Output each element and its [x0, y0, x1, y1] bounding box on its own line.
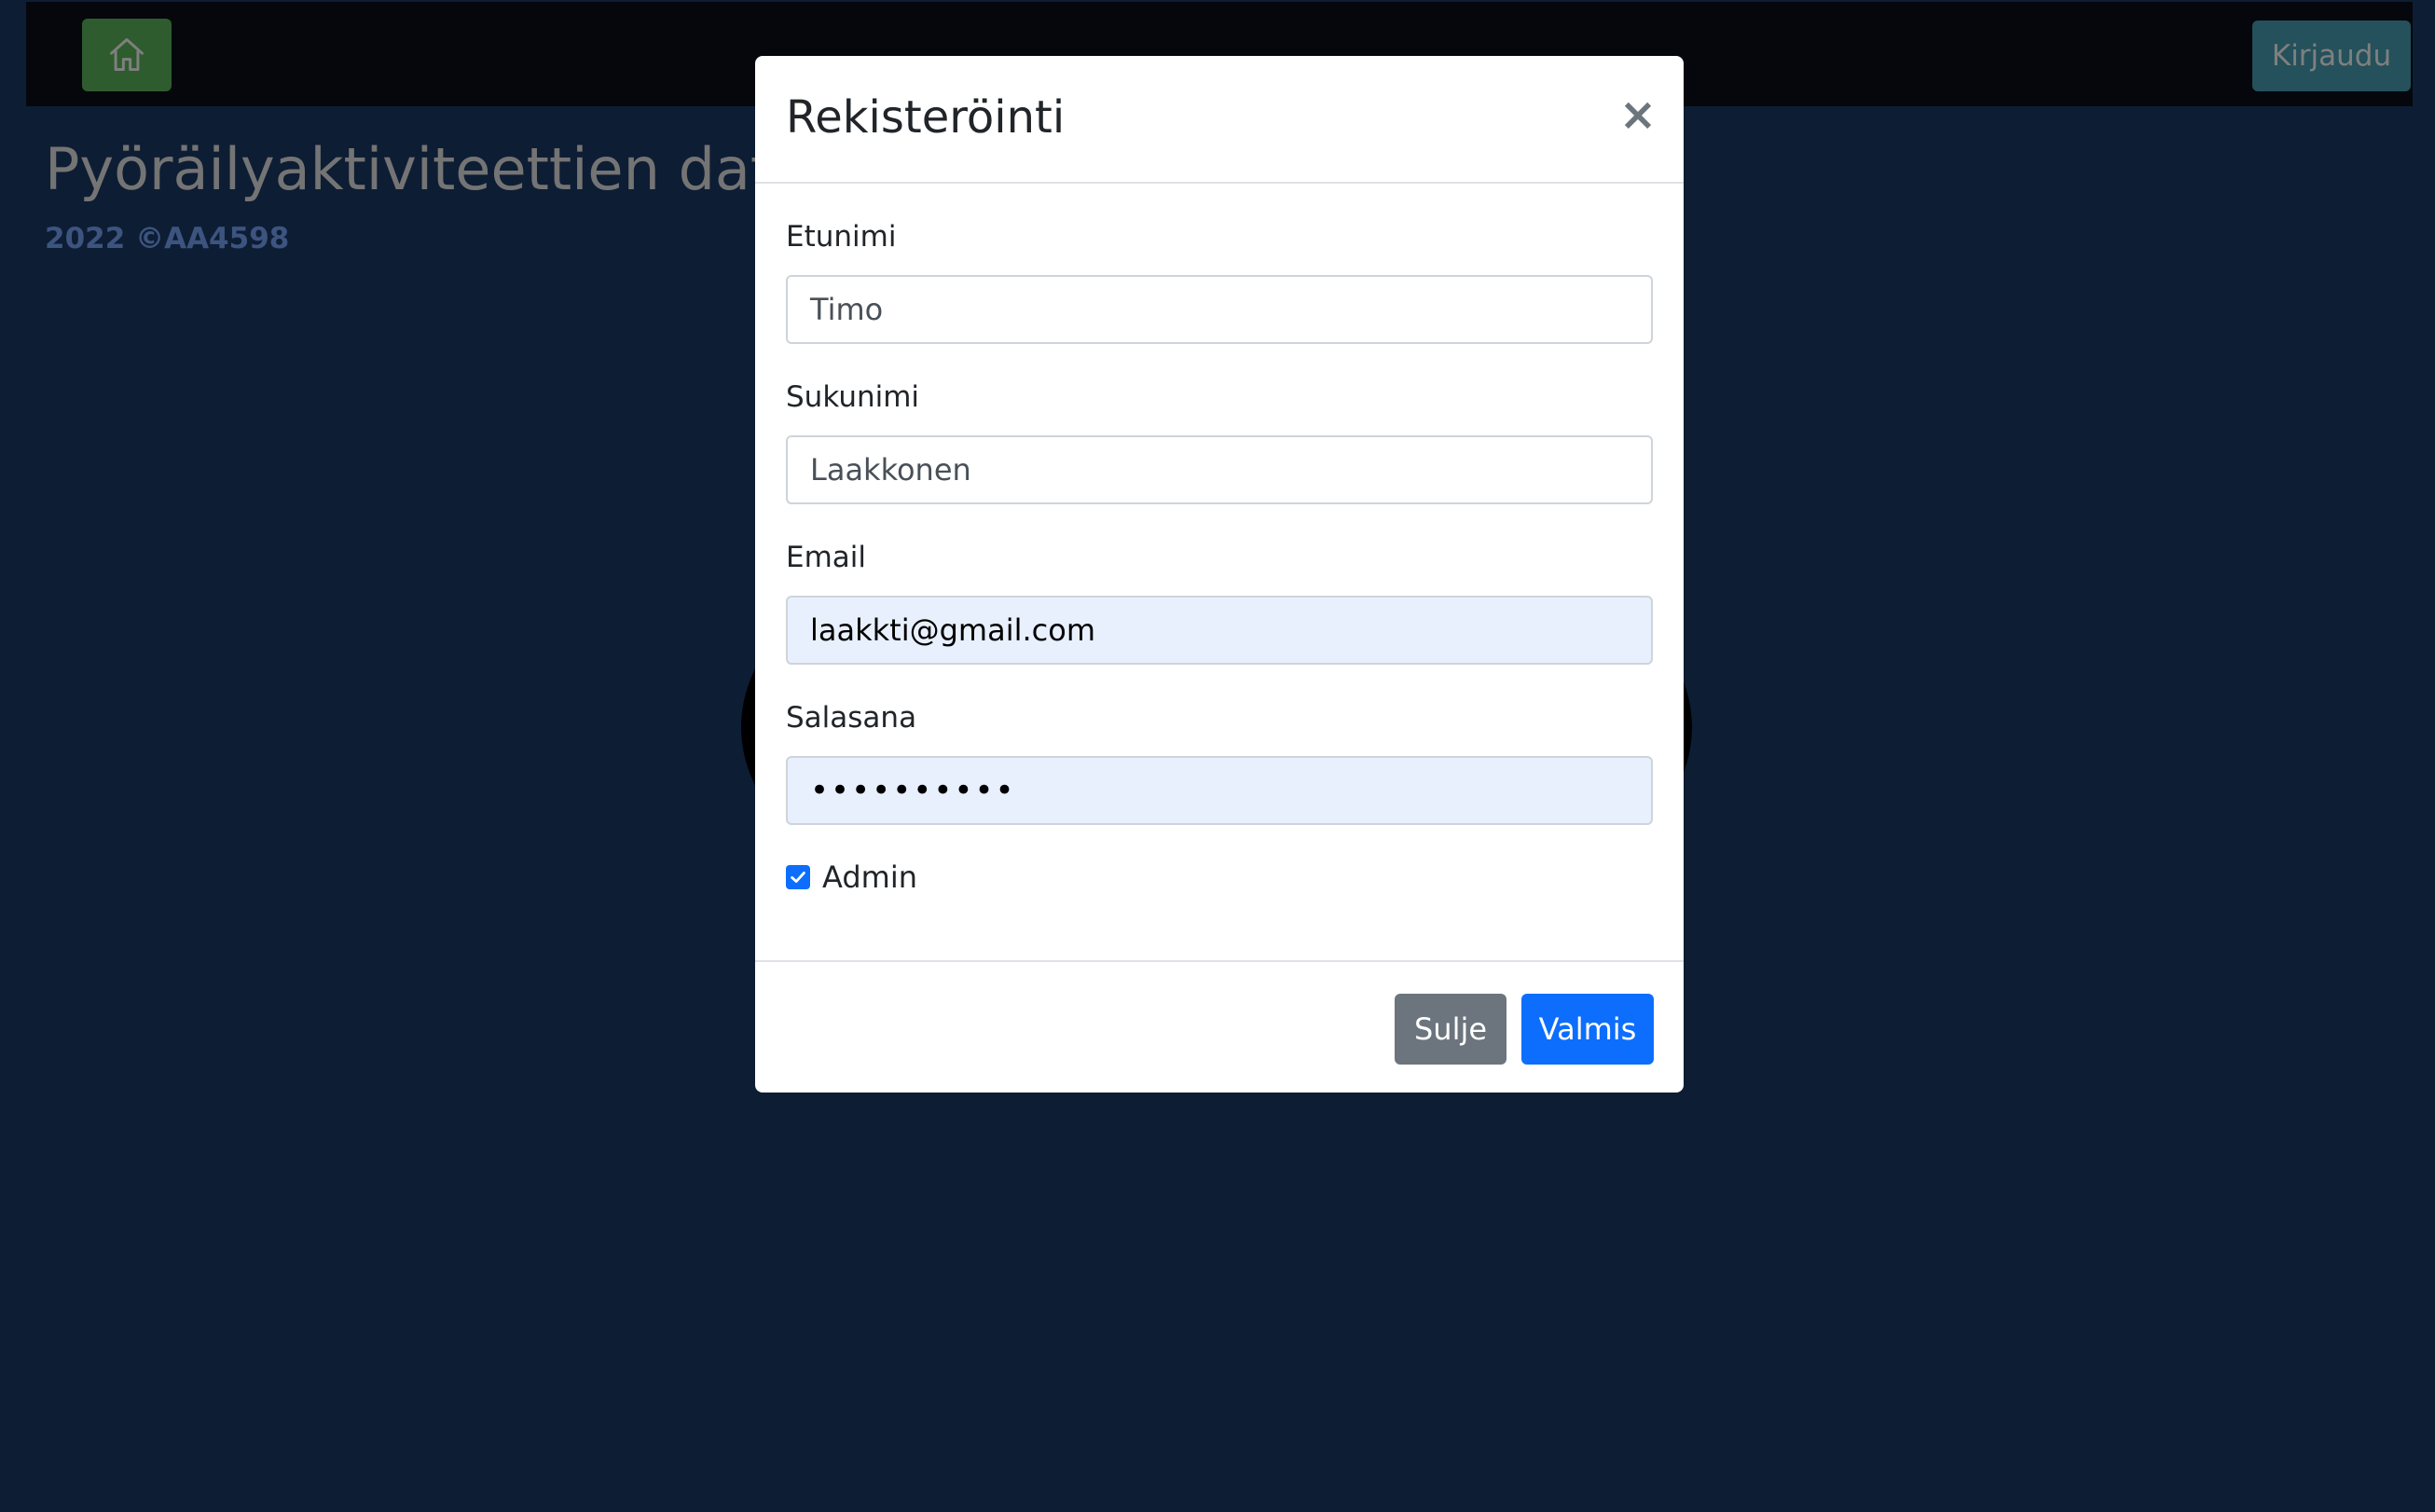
modal-header: Rekisteröinti × [755, 56, 1684, 184]
checkmark-icon [791, 872, 805, 883]
password-field[interactable]: •••••••••• [786, 756, 1653, 825]
password-label: Salasana [786, 701, 917, 735]
last-name-label: Sukunimi [786, 380, 920, 414]
close-icon[interactable]: × [1615, 89, 1661, 141]
modal-footer: Sulje Valmis [755, 960, 1684, 1093]
first-name-field[interactable]: Timo [786, 275, 1653, 344]
modal-title: Rekisteröinti [786, 91, 1066, 144]
admin-checkbox[interactable] [786, 865, 810, 889]
email-label: Email [786, 541, 867, 574]
first-name-label: Etunimi [786, 220, 897, 254]
close-button[interactable]: Sulje [1395, 994, 1506, 1065]
admin-label: Admin [822, 859, 917, 895]
last-name-field[interactable]: Laakkonen [786, 435, 1653, 504]
registration-modal: Rekisteröinti × Etunimi Timo Sukunimi La… [755, 56, 1684, 1093]
email-field[interactable]: laakkti@gmail.com [786, 596, 1653, 665]
done-button[interactable]: Valmis [1521, 994, 1654, 1065]
